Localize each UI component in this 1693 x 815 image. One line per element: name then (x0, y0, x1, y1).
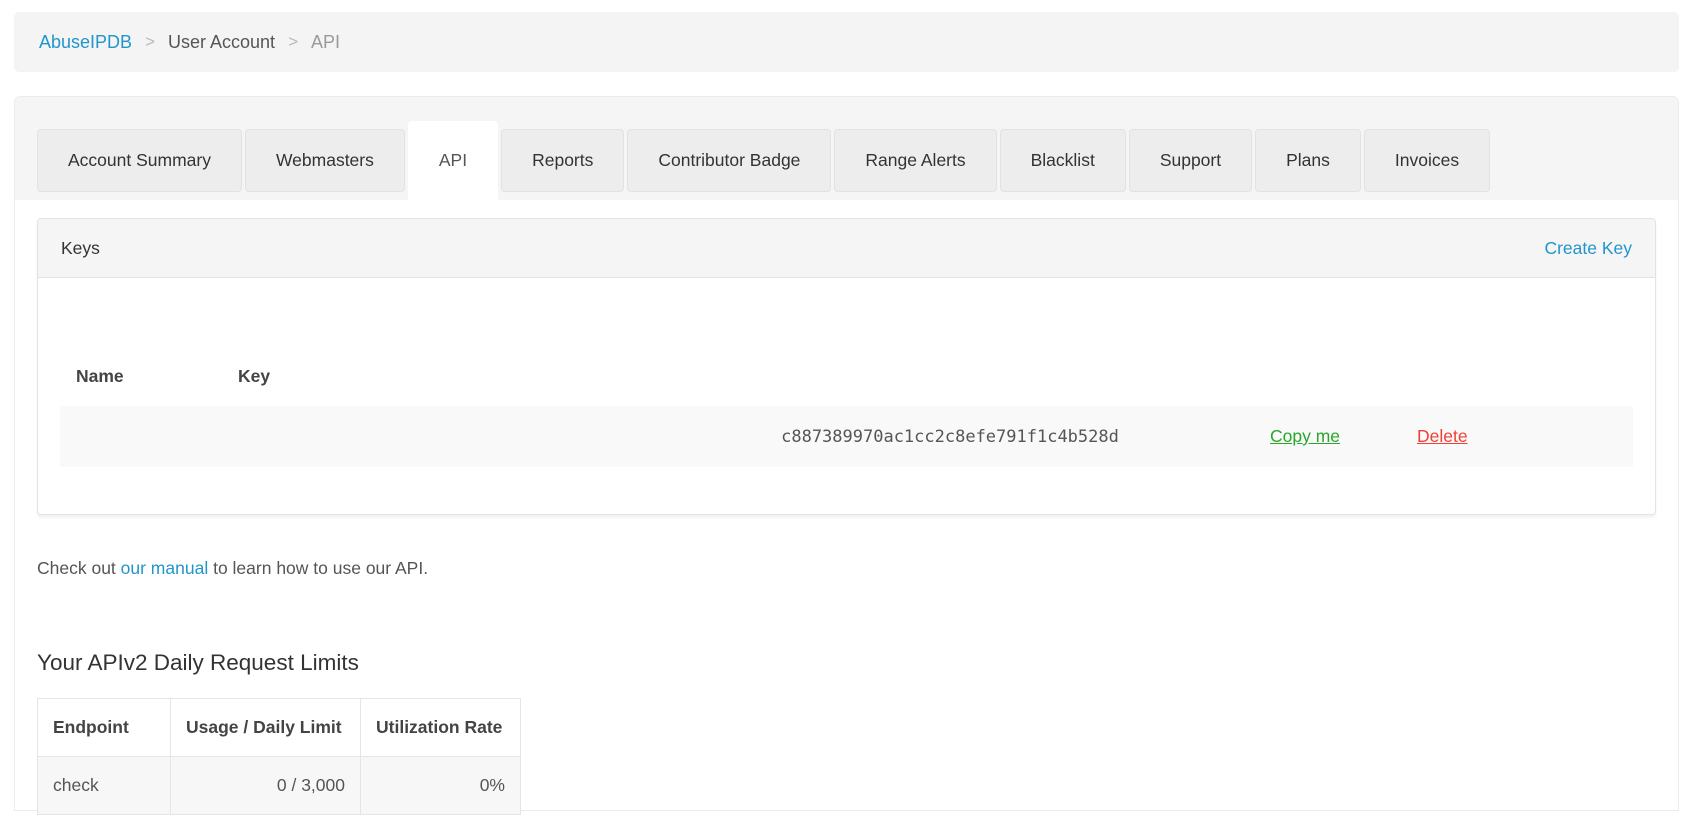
create-key-link[interactable]: Create Key (1544, 238, 1632, 259)
limits-row-check: check 0 / 3,000 0% (37, 756, 521, 815)
keys-table-header-key: Key (238, 366, 271, 386)
limits-header-utilization: Utilization Rate (360, 698, 521, 757)
limits-header-endpoint: Endpoint (37, 698, 171, 757)
keys-panel-body: Name Key c887389970ac1cc2c8efe791f1c4b52… (38, 278, 1655, 514)
breadcrumb-item-api: API (311, 31, 341, 52)
tab-blacklist[interactable]: Blacklist (999, 129, 1126, 192)
breadcrumb-separator: > (288, 32, 298, 51)
tab-range-alerts[interactable]: Range Alerts (834, 129, 997, 192)
api-key-value: c887389970ac1cc2c8efe791f1c4b528d (222, 406, 1254, 467)
breadcrumb: AbuseIPDB > User Account > API (14, 12, 1679, 72)
breadcrumb-separator: > (145, 32, 155, 51)
keys-table: Name Key c887389970ac1cc2c8efe791f1c4b52… (60, 366, 1633, 467)
limits-header-usage: Usage / Daily Limit (170, 698, 361, 757)
tab-plans[interactable]: Plans (1255, 129, 1361, 192)
keys-panel-title: Keys (61, 237, 100, 258)
endpoint-cell: check (37, 756, 171, 815)
tab-support[interactable]: Support (1128, 129, 1253, 192)
keys-table-header-delete (1401, 366, 1633, 406)
tab-api[interactable]: API (407, 121, 499, 200)
api-key-row: c887389970ac1cc2c8efe791f1c4b528d Copy m… (60, 406, 1633, 467)
keys-panel: Keys Create Key Name Key c887389970ac1cc… (37, 218, 1656, 515)
tab-strip: Account Summary Webmasters API Reports C… (15, 97, 1678, 200)
tab-invoices[interactable]: Invoices (1363, 129, 1491, 192)
tab-account-summary[interactable]: Account Summary (37, 129, 242, 192)
usage-cell: 0 / 3,000 (170, 756, 361, 815)
delete-link[interactable]: Delete (1417, 426, 1468, 446)
keys-table-header-copy (1254, 366, 1401, 406)
key-name-cell (60, 406, 222, 467)
manual-note-suffix: to learn how to use our API. (208, 558, 429, 578)
tab-webmasters[interactable]: Webmasters (244, 129, 405, 192)
copy-me-link[interactable]: Copy me (1270, 426, 1340, 446)
copy-cell: Copy me (1254, 406, 1401, 467)
limits-heading: Your APIv2 Daily Request Limits (37, 650, 359, 675)
keys-panel-heading: Keys Create Key (38, 219, 1655, 278)
manual-note: Check out our manual to learn how to use… (37, 556, 428, 581)
keys-table-header-name: Name (76, 366, 124, 386)
utilization-cell: 0% (360, 756, 521, 815)
breadcrumb-link-abuseipdb[interactable]: AbuseIPDB (39, 32, 132, 53)
limits-table: Endpoint Usage / Daily Limit Utilization… (37, 698, 521, 815)
breadcrumb-item-user-account: User Account (168, 31, 276, 52)
delete-cell: Delete (1401, 406, 1633, 467)
our-manual-link[interactable]: our manual (121, 558, 209, 578)
manual-note-prefix: Check out (37, 558, 121, 578)
tab-contributor-badge[interactable]: Contributor Badge (627, 129, 832, 192)
tab-reports[interactable]: Reports (501, 129, 625, 192)
